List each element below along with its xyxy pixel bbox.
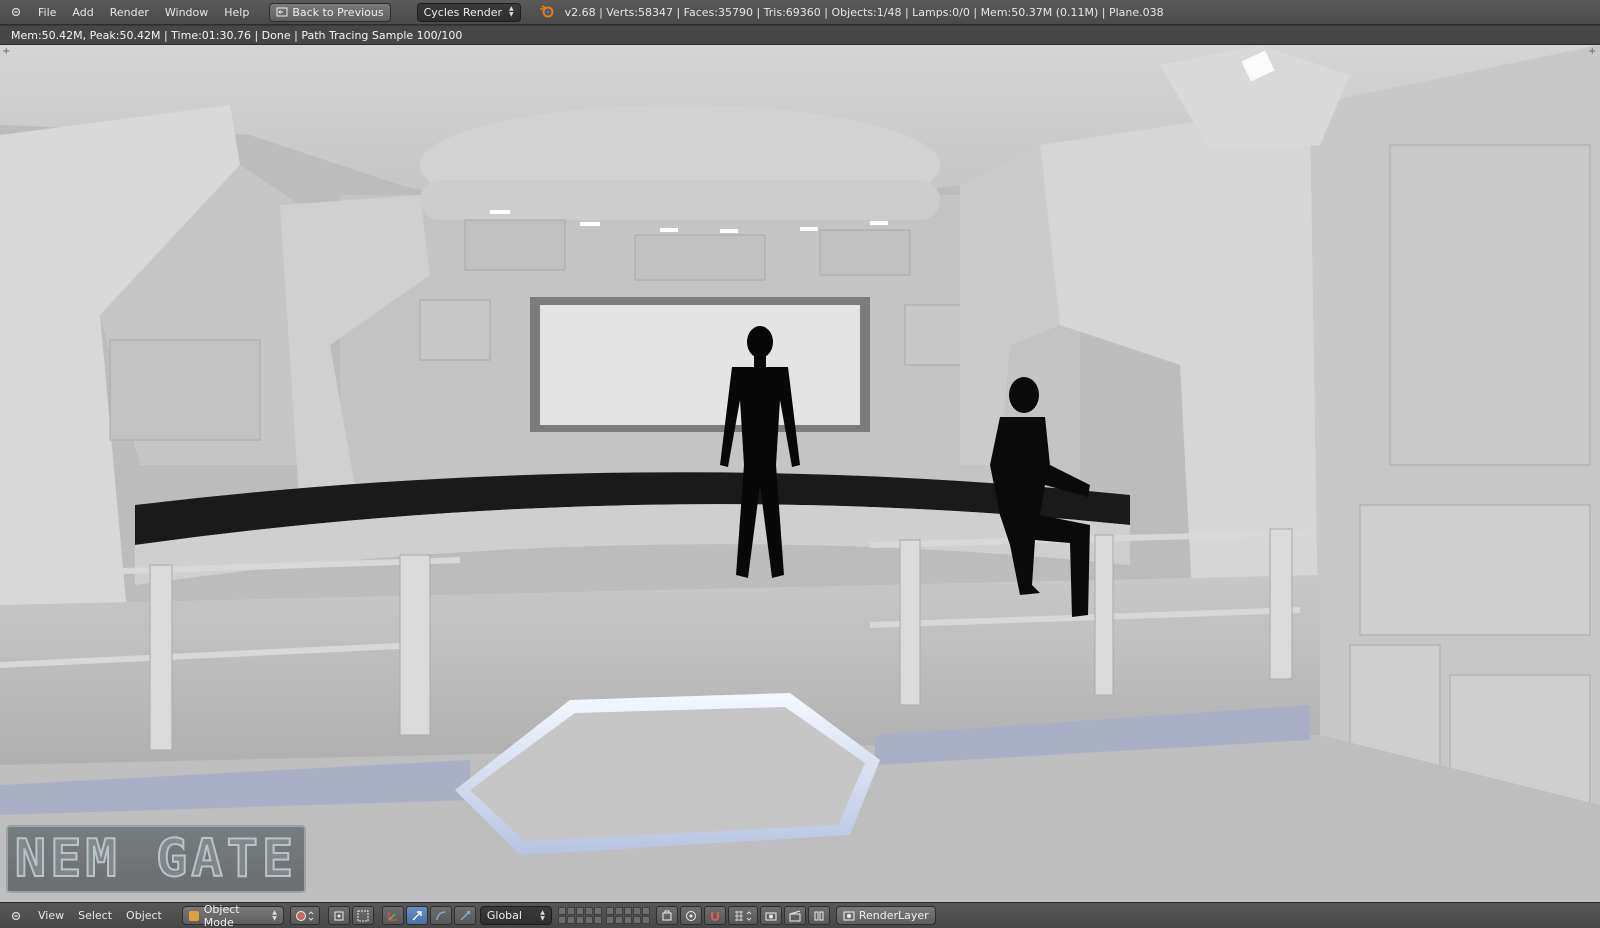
menu-file[interactable]: File: [38, 6, 56, 19]
menu-select[interactable]: Select: [78, 909, 112, 922]
snap-increment-icon: [734, 910, 752, 921]
menu-add[interactable]: Add: [72, 6, 93, 19]
manipulator-icon: [388, 911, 397, 921]
rotate-arc-icon: [436, 910, 445, 920]
menu-help[interactable]: Help: [224, 6, 249, 19]
object-mode-icon: [188, 910, 199, 921]
render-info-bar: Mem:50.42M, Peak:50.42M | Time:01:30.76 …: [0, 26, 1600, 45]
render-engine-select[interactable]: Cycles Render ▲ ▼: [416, 2, 521, 22]
orientation-value: Global: [486, 909, 522, 922]
editor-type-icon-bottom[interactable]: [10, 910, 22, 922]
center-points-icon: [357, 910, 369, 921]
snap-element-select[interactable]: [727, 906, 758, 925]
corner-resize-icon-left[interactable]: +: [2, 47, 12, 57]
top-header-bar: File Add Render Window Help Back to Prev…: [0, 0, 1600, 25]
screen-back-icon: [276, 7, 288, 17]
logo-text: NEM GATE: [14, 828, 298, 890]
interaction-mode-select[interactable]: Object Mode ▲ ▼: [181, 902, 284, 928]
render-animation-button[interactable]: [783, 906, 806, 925]
layer-block-2[interactable]: [605, 907, 650, 924]
scale-icon: [460, 910, 470, 920]
back-to-previous-button[interactable]: Back to Previous: [269, 2, 391, 22]
mode-value: Object Mode: [203, 902, 240, 928]
scene-stats: v2.68 | Verts:58347 | Faces:35790 | Tris…: [564, 5, 1164, 19]
transform-orientation-select[interactable]: Global ▲ ▼: [479, 906, 552, 925]
snap-toggle-button[interactable]: [703, 906, 726, 925]
render-viewport[interactable]: + + NEM GATE: [0, 45, 1600, 902]
render-layer-select[interactable]: RenderLayer: [835, 906, 936, 925]
layers-icon: [662, 910, 672, 920]
updown-arrows-icon: ▲ ▼: [272, 908, 277, 922]
manipulate-center-button[interactable]: [351, 906, 374, 925]
menu-window[interactable]: Window: [165, 6, 208, 19]
blender-logo-icon: [539, 4, 555, 21]
lock-layers-button[interactable]: [655, 906, 678, 925]
editor-type-icon[interactable]: [10, 6, 22, 18]
updown-arrows-icon: ▲ ▼: [508, 5, 514, 18]
render-still-button[interactable]: [759, 906, 782, 925]
render-layer-value: RenderLayer: [858, 909, 929, 922]
scale-manipulator-button[interactable]: [453, 906, 476, 925]
render-info-text: Mem:50.42M, Peak:50.42M | Time:01:30.76 …: [11, 28, 463, 42]
shading-sphere-icon: [295, 910, 314, 921]
proportional-circle-icon: [685, 910, 696, 921]
proportional-edit-button[interactable]: [679, 906, 702, 925]
scene-layers[interactable]: [557, 907, 654, 924]
clapper-icon: [789, 910, 801, 921]
pause-bars-icon: [814, 911, 824, 920]
rotate-manipulator-button[interactable]: [429, 906, 452, 925]
updown-arrows-icon: ▲ ▼: [540, 908, 545, 922]
viewport-header-bar: View Select Object Object Mode ▲ ▼ Global…: [0, 902, 1600, 928]
render-border-button[interactable]: [807, 906, 830, 925]
back-button-label: Back to Previous: [292, 5, 384, 19]
translate-manipulator-button[interactable]: [405, 906, 428, 925]
layer-block-1[interactable]: [557, 907, 602, 924]
pivot-point-button[interactable]: [327, 906, 350, 925]
camera-render-icon: [765, 912, 777, 920]
menu-object[interactable]: Object: [126, 909, 162, 922]
translate-arrow-icon: [412, 910, 422, 920]
render-engine-value: Cycles Render: [423, 5, 503, 19]
menu-view[interactable]: View: [38, 909, 64, 922]
magnet-icon: [710, 911, 719, 921]
manipulator-toggle-button[interactable]: [381, 906, 404, 925]
menu-render[interactable]: Render: [110, 6, 149, 19]
nem-gate-logo: NEM GATE: [6, 825, 306, 893]
viewport-shading-button[interactable]: [289, 906, 320, 925]
corner-resize-icon-right[interactable]: +: [1588, 47, 1598, 57]
render-layer-icon: [843, 911, 855, 920]
pivot-icon: [334, 911, 344, 920]
rendered-scene-image: [0, 45, 1600, 902]
